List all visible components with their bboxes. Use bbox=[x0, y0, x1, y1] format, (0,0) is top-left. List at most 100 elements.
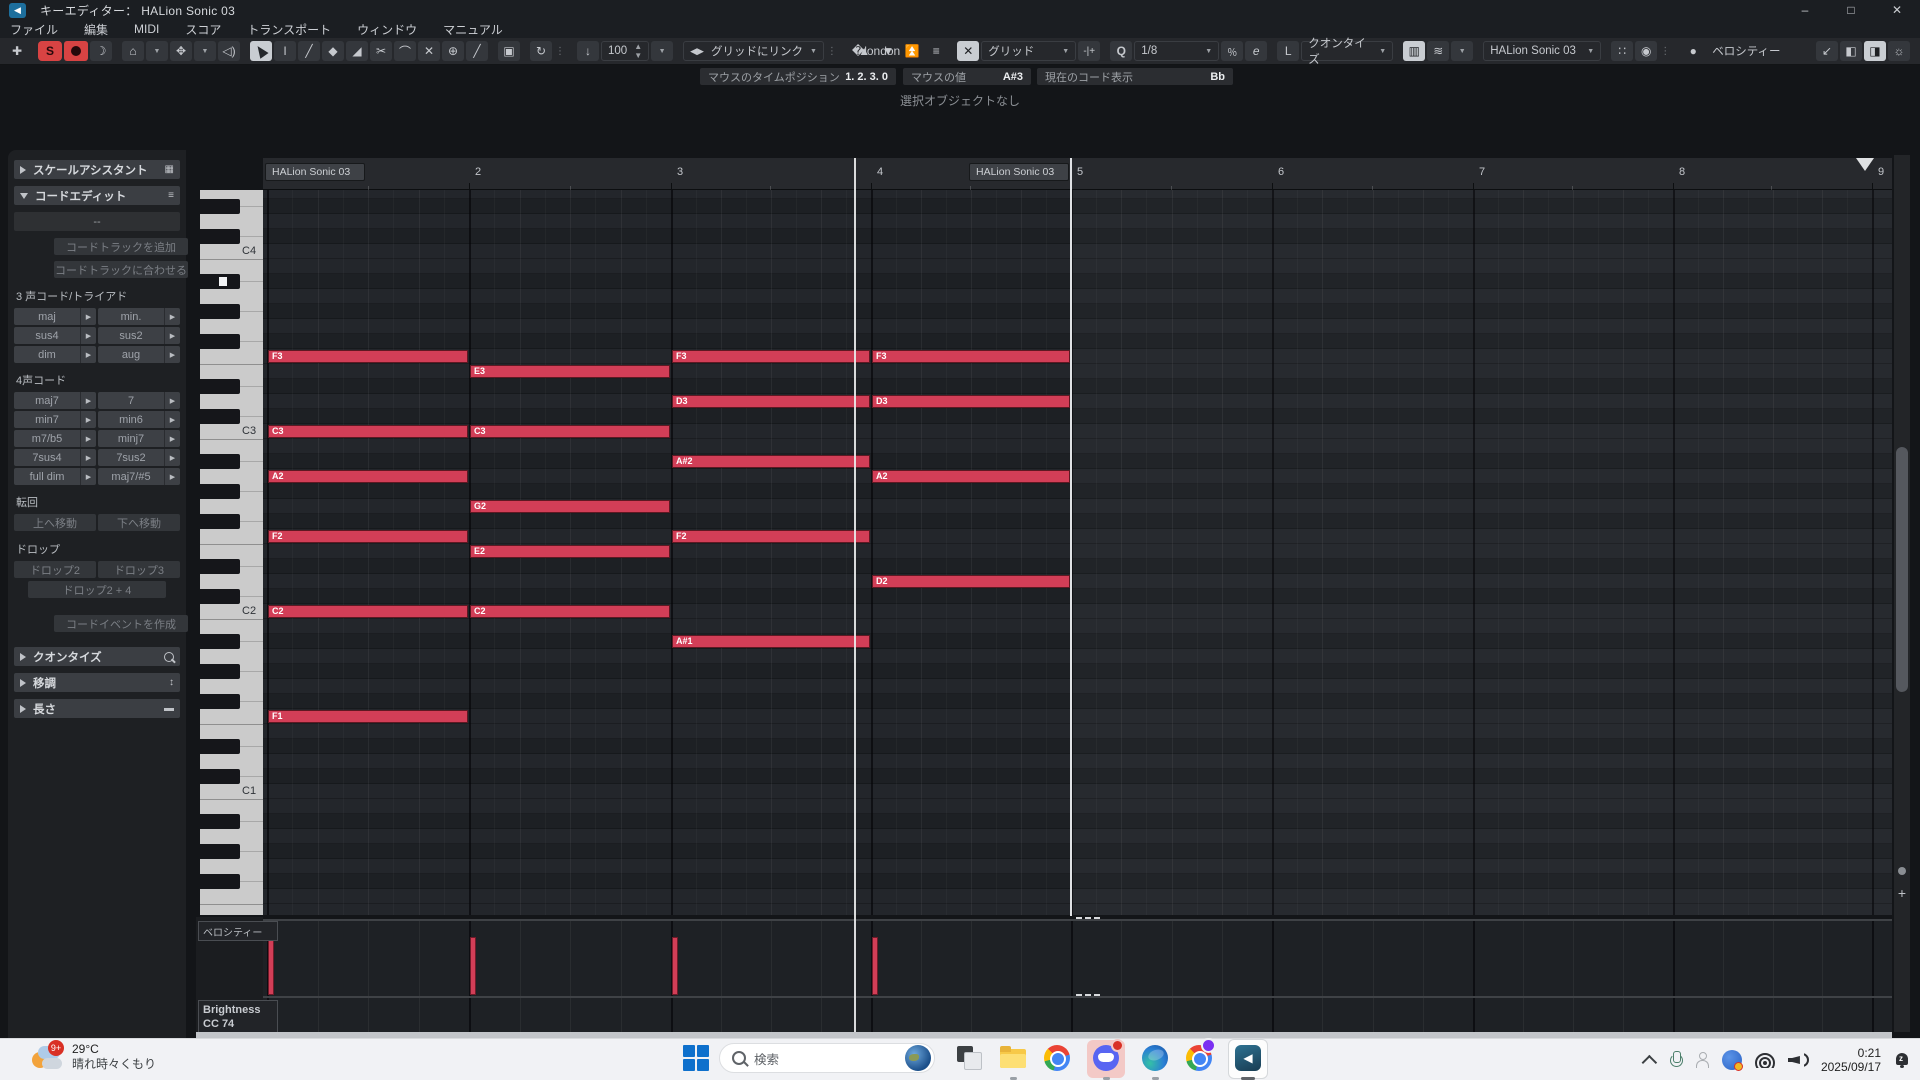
draw-tool[interactable]: ╱ bbox=[298, 41, 320, 61]
zoom-in-button[interactable]: + bbox=[1896, 885, 1908, 901]
velocity-bar[interactable] bbox=[268, 937, 274, 995]
chord-button-minj7[interactable]: minj7▶ bbox=[98, 430, 180, 447]
black-key[interactable] bbox=[200, 454, 240, 469]
menu-item-0[interactable]: ファイル bbox=[10, 21, 58, 38]
independent-loop-icon[interactable]: ↻ bbox=[530, 41, 552, 61]
trim-tool[interactable]: ◢ bbox=[346, 41, 368, 61]
menu-item-1[interactable]: 編集 bbox=[84, 21, 108, 38]
chord-play-arrow-icon[interactable]: ▶ bbox=[164, 327, 180, 344]
black-key[interactable] bbox=[200, 589, 240, 604]
inversion-button[interactable]: 上へ移動 bbox=[14, 514, 96, 531]
part-list-dropdown[interactable]: ▼ bbox=[1451, 41, 1473, 61]
chord-button-min-[interactable]: min.▶ bbox=[98, 308, 180, 325]
snap-onoff-icon[interactable]: ✕ bbox=[957, 41, 979, 61]
setup-toolbar-gear-icon[interactable]: ☼ bbox=[1888, 41, 1910, 61]
black-key[interactable] bbox=[200, 814, 240, 829]
drop-2-4-button[interactable]: ドロップ2 + 4 bbox=[28, 581, 166, 598]
zoom-tool[interactable]: ⊕ bbox=[442, 41, 464, 61]
midi-note-E2[interactable]: E2 bbox=[470, 545, 670, 558]
midi-note-C2[interactable]: C2 bbox=[268, 605, 468, 618]
length-quantize-dropdown[interactable]: クオンタイズ▼ bbox=[1301, 41, 1393, 61]
chord-button-sus2[interactable]: sus2▶ bbox=[98, 327, 180, 344]
snap-type-dropdown[interactable]: グリッド▼ bbox=[981, 41, 1076, 61]
menu-item-2[interactable]: MIDI bbox=[134, 22, 159, 36]
midi-note-D3[interactable]: D3 bbox=[672, 395, 870, 408]
weather-widget[interactable]: 9+ 29°C 晴れ時々くもり bbox=[30, 1042, 156, 1076]
chord-play-arrow-icon[interactable]: ▶ bbox=[164, 449, 180, 466]
velocity-grid-icon[interactable]: ∷ bbox=[1611, 41, 1633, 61]
midi-note-A2[interactable]: A2 bbox=[268, 470, 468, 483]
nudge-octave-up-icon[interactable]: ⏫ bbox=[901, 41, 923, 61]
chord-button-dim[interactable]: dim▶ bbox=[14, 346, 96, 363]
menu-item-5[interactable]: ウィンドウ bbox=[357, 21, 417, 38]
section-chord-edit[interactable]: コードエディット ≡ bbox=[14, 186, 180, 205]
note-grid[interactable]: F3C3A2F2C2F1E3C3G2E2C2F3D3A#2F2A#1F3D3A2… bbox=[263, 190, 1892, 915]
event-colors-dropdown[interactable]: ベロシティー bbox=[1706, 41, 1786, 61]
section-transpose[interactable]: 移調 ↕ bbox=[14, 673, 180, 692]
object-selection-tool[interactable] bbox=[250, 41, 272, 61]
nudge-palette-icon[interactable]: ≡ bbox=[925, 41, 947, 61]
midi-note-F2[interactable]: F2 bbox=[672, 530, 870, 543]
chord-play-arrow-icon[interactable]: ▶ bbox=[164, 430, 180, 447]
midi-note-G2[interactable]: G2 bbox=[470, 500, 670, 513]
black-key[interactable] bbox=[200, 559, 240, 574]
microphone-tray-icon[interactable] bbox=[1670, 1051, 1682, 1069]
chord-play-arrow-icon[interactable]: ▶ bbox=[80, 449, 96, 466]
step-input-icon[interactable]: ↓ bbox=[577, 41, 599, 61]
taskbar-search-box[interactable]: 検索 bbox=[719, 1043, 935, 1073]
midi-note-A#2[interactable]: A#2 bbox=[672, 455, 870, 468]
chrome-profile-button[interactable] bbox=[1184, 1043, 1214, 1073]
app-tray-icon[interactable] bbox=[1722, 1050, 1742, 1070]
piano-keyboard[interactable]: C4C3C2C1 bbox=[200, 190, 263, 915]
chord-button-full-dim[interactable]: full dim▶ bbox=[14, 468, 96, 485]
black-key[interactable] bbox=[200, 484, 240, 499]
part-end-label[interactable]: HALion Sonic 03 bbox=[969, 163, 1069, 181]
chord-play-arrow-icon[interactable]: ▶ bbox=[80, 392, 96, 409]
auto-scroll-icon[interactable]: ↙ bbox=[1816, 41, 1838, 61]
chord-button-maj[interactable]: maj▶ bbox=[14, 308, 96, 325]
volume-icon[interactable] bbox=[1788, 1052, 1808, 1068]
insert-velocity-dropdown[interactable]: ▼ bbox=[651, 41, 673, 61]
midi-note-D2[interactable]: D2 bbox=[872, 575, 1070, 588]
pitch-visibility-dropdown[interactable]: ▼ bbox=[146, 41, 168, 61]
file-explorer-button[interactable] bbox=[998, 1043, 1028, 1073]
glue-tool[interactable]: ⌒ bbox=[394, 41, 416, 61]
solo-button[interactable]: S bbox=[38, 41, 62, 61]
black-key[interactable] bbox=[200, 769, 240, 784]
close-button[interactable]: ✕ bbox=[1874, 0, 1920, 20]
midi-input-icon[interactable]: ◉ bbox=[1635, 41, 1657, 61]
chord-button-min7[interactable]: min7▶ bbox=[14, 411, 96, 428]
pin-icon[interactable]: ✚ bbox=[6, 41, 28, 61]
midi-note-C3[interactable]: C3 bbox=[470, 425, 670, 438]
erase-tool[interactable]: ◆ bbox=[322, 41, 344, 61]
length-quantize-icon[interactable]: L bbox=[1277, 41, 1299, 61]
part-end-handle-bottom[interactable] bbox=[1076, 994, 1100, 996]
chord-button-sus4[interactable]: sus4▶ bbox=[14, 327, 96, 344]
midi-note-A#1[interactable]: A#1 bbox=[672, 635, 870, 648]
right-zone-toggle-icon[interactable]: ◨ bbox=[1864, 41, 1886, 61]
quantize-preset-dropdown[interactable]: 1/8▼ bbox=[1134, 41, 1219, 61]
section-scale-assistant[interactable]: スケールアシスタント ▦ bbox=[14, 160, 180, 179]
controller-lanes[interactable] bbox=[263, 919, 1892, 1035]
black-key[interactable] bbox=[200, 334, 240, 349]
velocity-lane-label[interactable]: ベロシティー bbox=[198, 921, 278, 941]
timeline-ruler[interactable]: 23456789HALion Sonic 03HALion Sonic 03 bbox=[263, 158, 1892, 190]
mute-tool[interactable]: ✕ bbox=[418, 41, 440, 61]
zoom-dot-button[interactable] bbox=[1898, 867, 1906, 875]
menu-item-4[interactable]: トランスポート bbox=[247, 21, 331, 38]
discord-button[interactable] bbox=[1091, 1043, 1121, 1073]
menu-item-6[interactable]: マニュアル bbox=[443, 21, 503, 38]
chord-button-maj7-5[interactable]: maj7/#5▶ bbox=[98, 468, 180, 485]
part-list-icon[interactable]: ≋ bbox=[1427, 41, 1449, 61]
range-selection-tool[interactable]: I bbox=[274, 41, 296, 61]
chord-play-arrow-icon[interactable]: ▶ bbox=[80, 430, 96, 447]
black-key[interactable] bbox=[200, 199, 240, 214]
midi-note-F3[interactable]: F3 bbox=[672, 350, 870, 363]
midi-note-F2[interactable]: F2 bbox=[268, 530, 468, 543]
part-selector-dropdown[interactable]: HALion Sonic 03▼ bbox=[1483, 41, 1601, 61]
notification-bell-icon[interactable]: z bbox=[1894, 1051, 1910, 1069]
chord-button-maj7[interactable]: maj7▶ bbox=[14, 392, 96, 409]
chord-button-aug[interactable]: aug▶ bbox=[98, 346, 180, 363]
iterative-quantize-icon[interactable]: ％ bbox=[1221, 41, 1243, 61]
menu-item-3[interactable]: スコア bbox=[185, 21, 221, 38]
